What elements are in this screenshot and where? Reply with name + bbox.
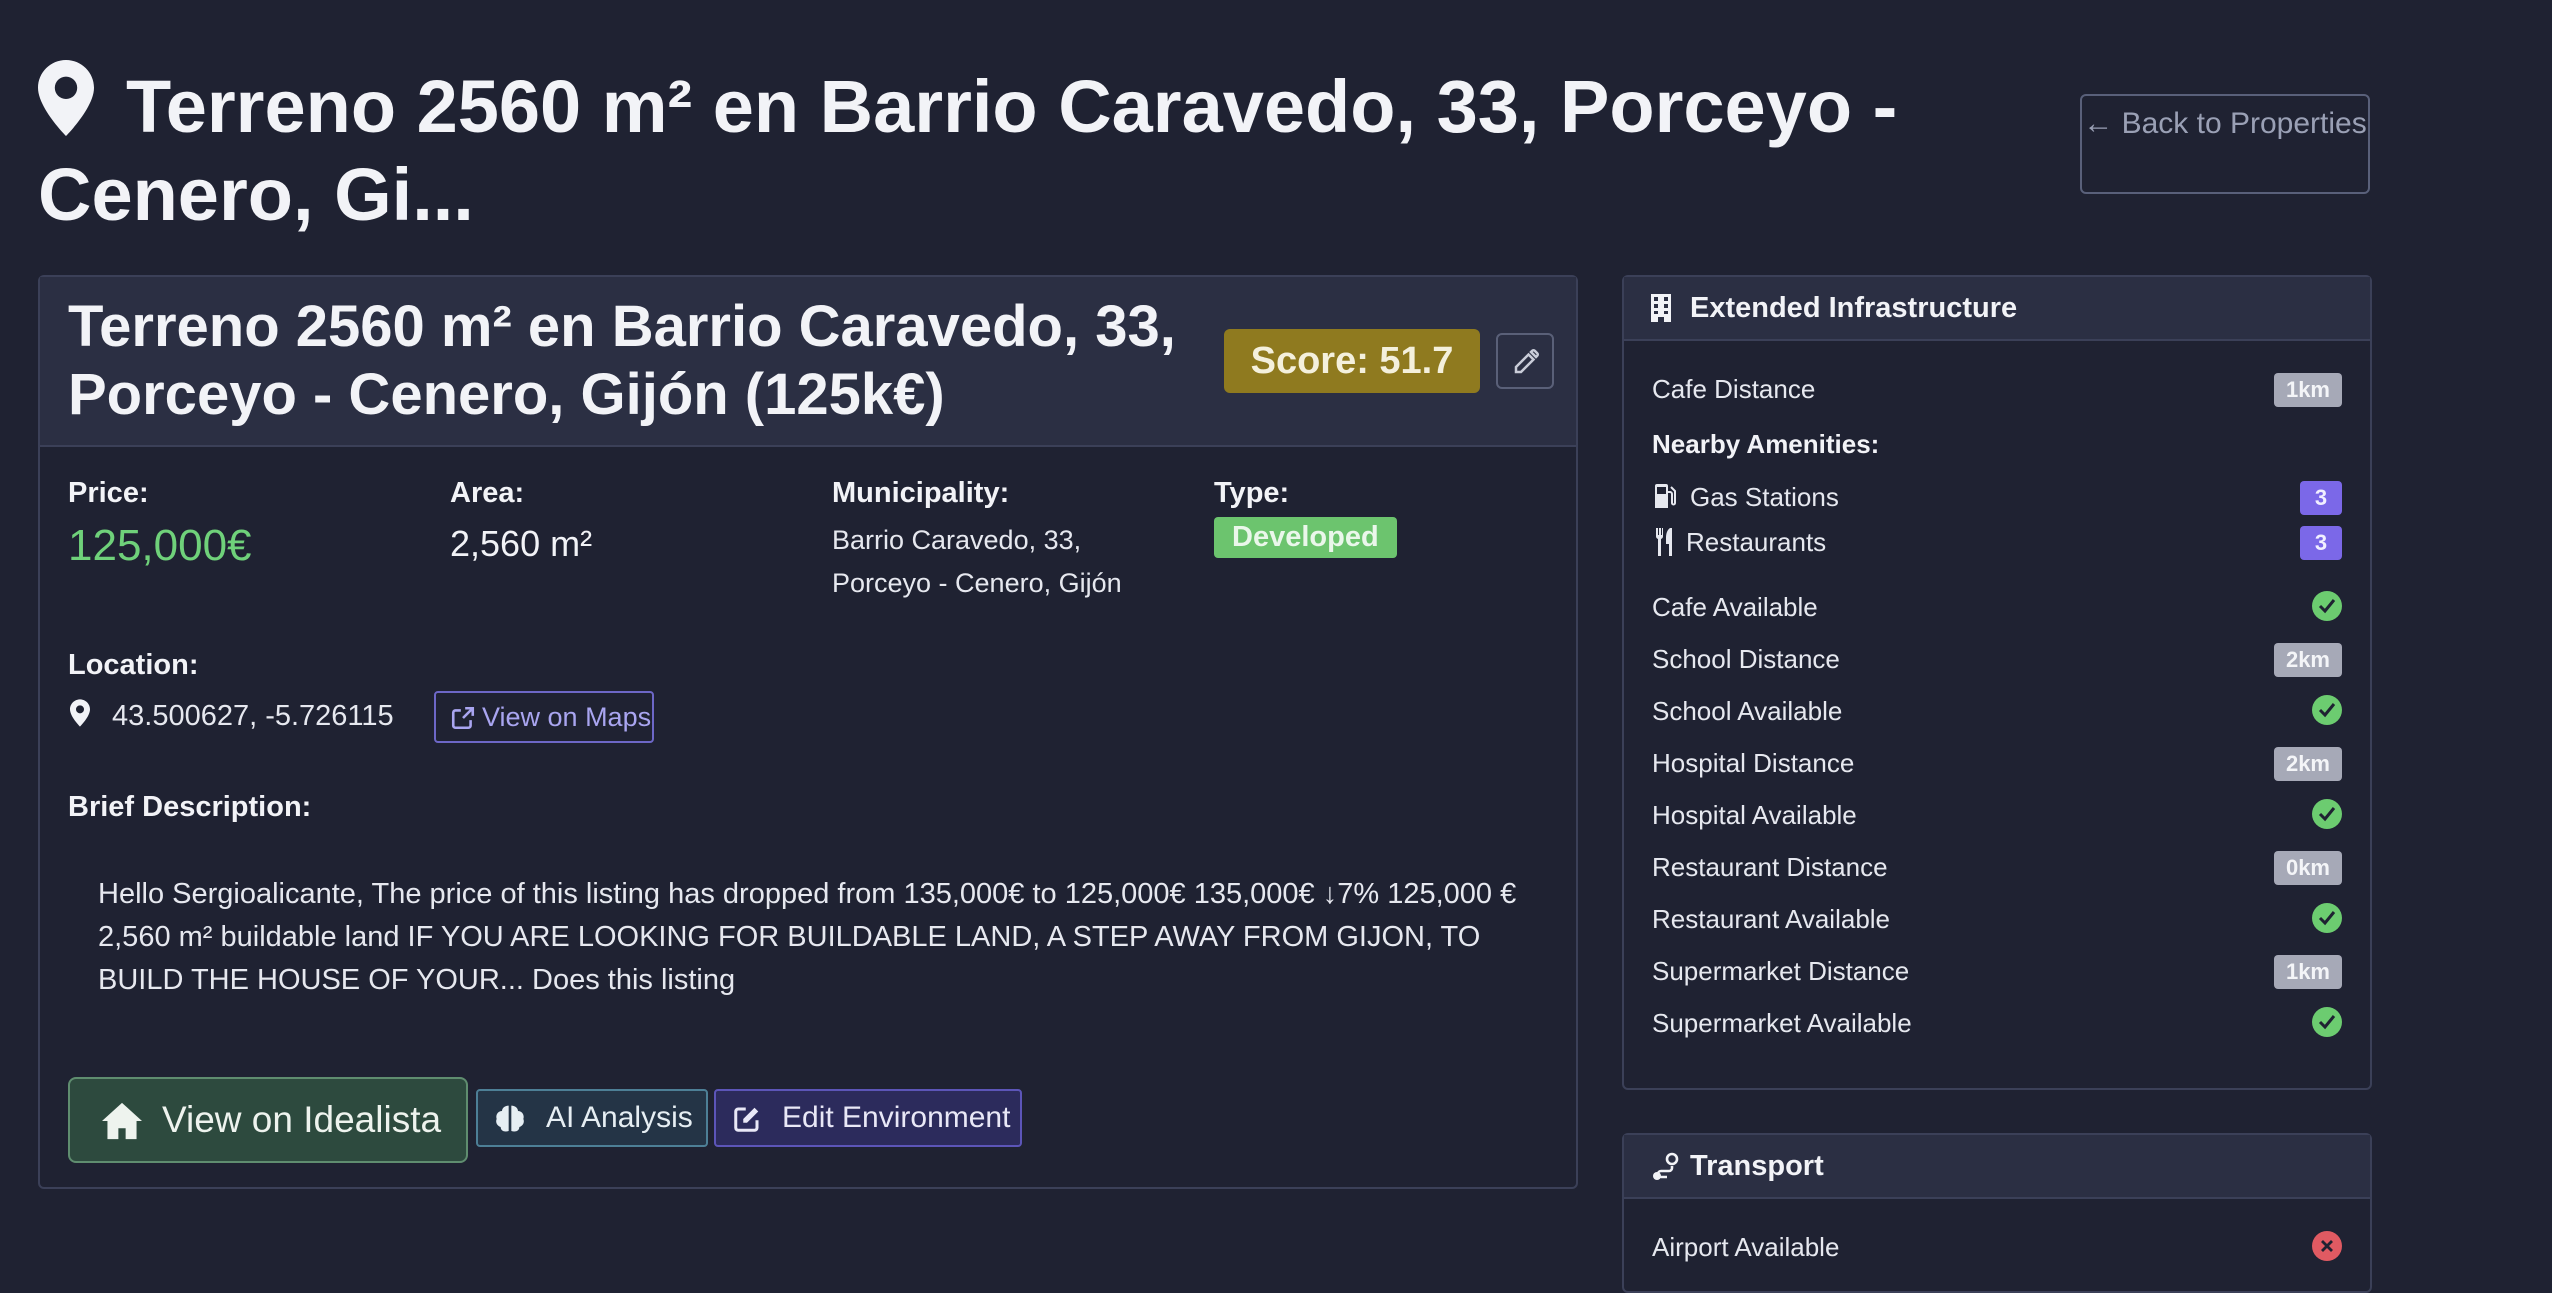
type-badge-wrap: Developed [1214,517,1397,558]
description-text: Hello Sergioalicante, The price of this … [98,878,1517,996]
edit-environment-button[interactable]: Edit Environment [714,1089,1022,1147]
supermarket-available-label: Supermarket Available [1652,1008,1912,1038]
gas-stations-label: Gas Stations [1690,482,1839,512]
restaurant-available-label: Restaurant Available [1652,904,1891,934]
property-card-header: Terreno 2560 m² en Barrio Caravedo, 33, … [40,277,1576,447]
restaurant-available-row: Restaurant Available [1652,899,2342,939]
cafe-distance-row: Cafe Distance 1km [1652,369,2342,409]
location-pin-icon [70,699,90,727]
brain-icon [496,1105,524,1132]
coordinates: 43.500627, -5.726115 [112,700,394,732]
property-title: Terreno 2560 m² en Barrio Caravedo, 33, … [68,294,1176,427]
extended-infrastructure-panel: Extended Infrastructure Cafe Distance 1k… [1622,275,2372,1090]
page-title: Terreno 2560 m² en Barrio Caravedo, 33, … [38,60,2078,239]
check-circle-icon [2312,799,2342,829]
school-available-label: School Available [1652,696,1843,726]
edit-button[interactable] [1496,333,1554,389]
location-label: Location: [68,649,199,681]
check-circle-icon [2312,591,2342,621]
back-to-properties-button[interactable]: ← Back to Properties [2080,94,2370,194]
cafe-distance-label: Cafe Distance [1652,374,1816,404]
restaurants-row: Restaurants 3 [1652,522,2342,562]
hospital-available-label: Hospital Available [1652,800,1857,830]
ai-analysis-label: AI Analysis [546,1101,693,1134]
check-circle-icon [2312,695,2342,725]
transport-title: Transport [1690,1150,1824,1182]
edit-environment-label: Edit Environment [782,1101,1011,1134]
airport-available-label: Airport Available [1652,1232,1840,1262]
restaurants-label: Restaurants [1686,527,1827,557]
hospital-available-row: Hospital Available [1652,795,2342,835]
supermarket-distance-label: Supermarket Distance [1652,956,1910,986]
external-link-icon [451,706,475,730]
municipality-label: Municipality: [832,477,1010,509]
hospital-distance-badge: 2km [2273,747,2342,781]
supermarket-distance-row: Supermarket Distance 1km [1652,951,2342,991]
x-circle-icon [2312,1231,2342,1261]
gas-stations-count: 3 [2300,481,2342,515]
school-available-row: School Available [1652,691,2342,731]
view-on-maps-label: View on Maps [482,702,652,732]
type-label: Type: [1214,477,1290,509]
gas-stations-row: Gas Stations 3 [1652,477,2342,517]
price-value: 125,000€ [68,521,252,570]
transport-panel: Transport Airport Available [1622,1133,2372,1293]
supermarket-available-row: Supermarket Available [1652,1003,2342,1043]
restaurants-count: 3 [2300,526,2342,560]
area-label: Area: [450,477,525,509]
edit-icon [734,1107,759,1132]
hospital-distance-label: Hospital Distance [1652,748,1855,778]
type-badge: Developed [1214,517,1397,558]
building-icon [1651,294,1671,322]
utensils-icon [1655,528,1672,556]
page-title-text: Terreno 2560 m² en Barrio Caravedo, 33, … [38,65,1898,236]
home-icon [102,1102,142,1140]
price-label: Price: [68,477,149,509]
area-value: 2,560 m² [450,523,593,564]
gas-pump-icon [1655,484,1676,508]
municipality-value: Barrio Caravedo, 33, Porceyo - Cenero, G… [832,525,1122,598]
hospital-distance-row: Hospital Distance 2km [1652,743,2342,783]
school-distance-row: School Distance 2km [1652,639,2342,679]
check-circle-icon [2312,903,2342,933]
score-badge: Score: 51.7 [1224,329,1480,393]
school-distance-label: School Distance [1652,644,1840,674]
view-on-idealista-button[interactable]: View on Idealista [68,1077,468,1163]
restaurant-distance-badge: 0km [2273,851,2342,885]
map-marker-icon [38,60,94,136]
nearby-amenities-label: Nearby Amenities: [1652,429,1880,459]
transport-header: Transport [1624,1135,2370,1199]
school-distance-badge: 2km [2273,643,2342,677]
edit-icon [1514,348,1540,374]
view-on-idealista-label: View on Idealista [162,1099,442,1140]
cafe-distance-badge: 1km [2273,373,2342,407]
property-card: Terreno 2560 m² en Barrio Caravedo, 33, … [38,275,1578,1189]
view-on-maps-button[interactable]: View on Maps [434,691,654,743]
check-circle-icon [2312,1007,2342,1037]
cafe-available-row: Cafe Available [1652,587,2342,627]
supermarket-distance-badge: 1km [2273,955,2342,989]
route-icon [1653,1152,1679,1180]
airport-available-row: Airport Available [1652,1227,2342,1267]
description-label: Brief Description: [68,791,312,823]
ai-analysis-button[interactable]: AI Analysis [476,1089,708,1147]
restaurant-distance-label: Restaurant Distance [1652,852,1888,882]
extended-infrastructure-header: Extended Infrastructure [1624,277,2370,341]
cafe-available-label: Cafe Available [1652,592,1818,622]
restaurant-distance-row: Restaurant Distance 0km [1652,847,2342,887]
extended-infrastructure-title: Extended Infrastructure [1690,292,2018,324]
